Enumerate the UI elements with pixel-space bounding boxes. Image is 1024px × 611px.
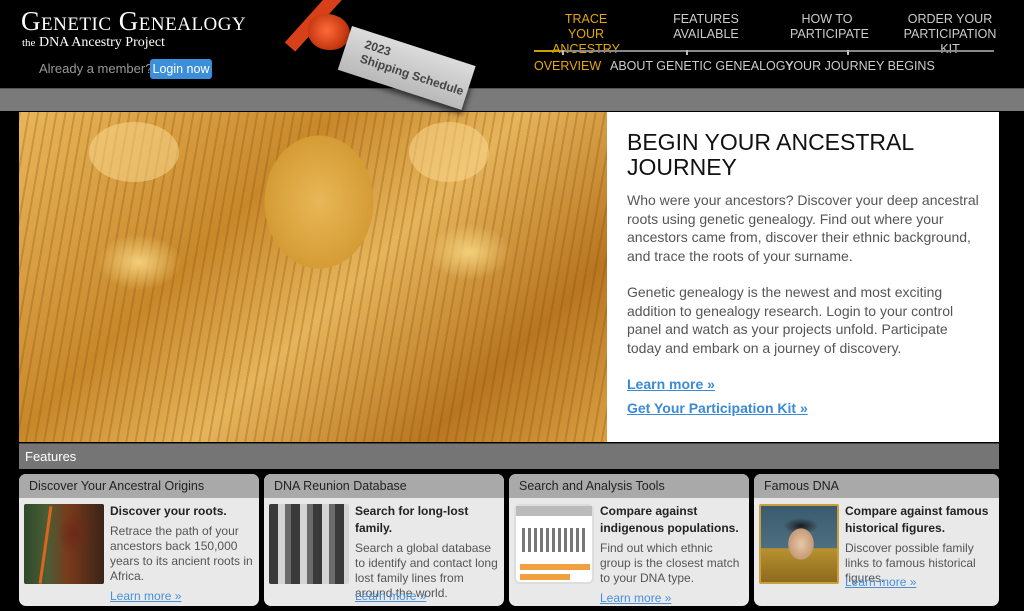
learn-more-link[interactable]: Learn more » (627, 375, 979, 393)
card-header[interactable]: DNA Reunion Database (264, 474, 504, 498)
card-header[interactable]: Famous DNA (754, 474, 999, 498)
site-logo-subtitle: the DNA Ancestry Project (22, 35, 165, 51)
hero-paragraph: Who were your ancestors? Discover your d… (627, 192, 979, 264)
hero-figure-highlight (89, 122, 179, 182)
subnav-active-indicator (534, 50, 562, 52)
card-learn-more-link[interactable]: Learn more » (110, 589, 181, 603)
subnav-about-genetic-genealogy[interactable]: ABOUT GENETIC GENEALOGY (610, 59, 794, 73)
subnav-tick (847, 50, 849, 55)
hero-text-panel: BEGIN YOUR ANCESTRAL JOURNEY Who were yo… (607, 112, 999, 442)
card-text: Retrace the path of your ancestors back … (110, 524, 253, 583)
nav-how-to-participate[interactable]: HOW TO PARTICIPATE (790, 12, 869, 42)
subnav-divider (534, 50, 994, 52)
tool-orange-bar (520, 564, 590, 570)
vintage-family-photo[interactable] (269, 504, 349, 584)
logo-sub-prefix: the (22, 37, 36, 49)
tool-bars (522, 528, 588, 552)
tool-orange-bar (520, 574, 570, 580)
card-body: Discover your roots. Retrace the path of… (110, 503, 256, 584)
subnav-tick (686, 50, 688, 55)
card-subtitle: Discover your roots. (110, 504, 227, 518)
feature-card-dna-reunion: DNA Reunion Database Search for long-los… (264, 474, 504, 606)
login-button[interactable]: Login now (150, 59, 212, 79)
card-text: Find out which ethnic group is the close… (600, 541, 740, 585)
hero-title: BEGIN YOUR ANCESTRAL JOURNEY (627, 129, 914, 180)
subnav-tick (562, 50, 564, 55)
nav-features-available[interactable]: FEATURES AVAILABLE (668, 12, 744, 42)
member-prompt: Already a member? (39, 61, 153, 76)
card-header[interactable]: Search and Analysis Tools (509, 474, 749, 498)
historical-portrait[interactable] (759, 504, 839, 584)
card-body: Search for long-lost family. Search a gl… (355, 503, 501, 601)
subnav-overview[interactable]: OVERVIEW (534, 59, 601, 73)
card-subtitle: Compare against famous historical figure… (845, 504, 989, 535)
card-learn-more-link[interactable]: Learn more » (600, 591, 671, 605)
african-warrior-photo[interactable] (24, 504, 104, 584)
hero-image (19, 112, 607, 442)
site-header: Genetic Genealogy the DNA Ancestry Proje… (0, 0, 1024, 88)
card-learn-more-link[interactable]: Learn more » (355, 589, 426, 603)
logo-sub-text: DNA Ancestry Project (38, 35, 165, 50)
ribbon-bow (308, 14, 350, 50)
feature-card-ancestral-origins: Discover Your Ancestral Origins Discover… (19, 474, 259, 606)
analysis-tool-screenshot[interactable] (514, 504, 594, 584)
card-body: Compare against indigenous populations. … (600, 503, 746, 586)
site-logo-title[interactable]: Genetic Genealogy (21, 6, 246, 36)
features-heading: Features (19, 443, 999, 469)
card-subtitle: Search for long-lost family. (355, 504, 469, 535)
hero-figure-highlight (409, 122, 489, 182)
subnav-your-journey-begins[interactable]: YOUR JOURNEY BEGINS (785, 59, 935, 73)
card-subtitle: Compare against indigenous populations. (600, 504, 739, 535)
card-header[interactable]: Discover Your Ancestral Origins (19, 474, 259, 498)
tool-toolbar (516, 506, 592, 516)
get-participation-kit-link[interactable]: Get Your Participation Kit » (627, 399, 979, 417)
feature-card-analysis-tools: Search and Analysis Tools Compare agains… (509, 474, 749, 606)
header-gray-bar (0, 88, 1024, 111)
hero-paragraph: Genetic genealogy is the newest and most… (627, 284, 954, 356)
feature-card-famous-dna: Famous DNA Compare against famous histor… (754, 474, 999, 606)
card-learn-more-link[interactable]: Learn more » (845, 575, 916, 589)
card-body: Compare against famous historical figure… (845, 503, 991, 586)
